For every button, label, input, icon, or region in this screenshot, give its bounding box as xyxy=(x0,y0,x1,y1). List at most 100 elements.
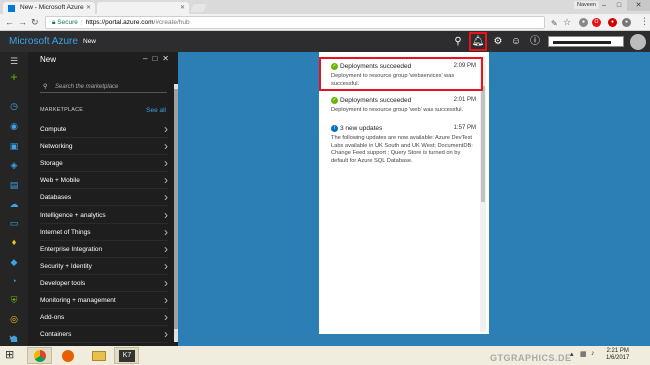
forward-icon[interactable]: → xyxy=(18,17,27,28)
marketplace-search-input[interactable]: ⚲ Search the marketplace xyxy=(40,82,167,93)
cloud-icon[interactable]: ☁ xyxy=(9,199,19,209)
category-item[interactable]: Internet of Things › xyxy=(40,224,168,241)
cost-icon[interactable]: ◎ xyxy=(9,314,19,324)
close-icon[interactable]: ✕ xyxy=(162,54,174,63)
category-item[interactable]: Add-ons › xyxy=(40,309,168,327)
volume-icon[interactable]: ♪ xyxy=(591,350,595,357)
profile-name[interactable]: Naveen xyxy=(574,1,599,9)
network-icon[interactable]: ◆ xyxy=(9,257,19,267)
recent-icon[interactable]: ◷ xyxy=(9,101,19,111)
blade-window-controls[interactable]: –□✕ xyxy=(143,54,174,63)
taskbar-firefox[interactable] xyxy=(55,347,80,364)
clock-time: 2:21 PM xyxy=(606,348,629,354)
sql-icon[interactable]: ▤ xyxy=(9,180,19,190)
resource-groups-icon[interactable]: ▣ xyxy=(9,141,19,151)
adblock-icon[interactable]: ● xyxy=(608,18,617,27)
maximize-icon[interactable]: □ xyxy=(152,54,162,63)
search-placeholder: Search the marketplace xyxy=(55,84,119,90)
chevron-right-icon: › xyxy=(164,258,168,273)
minimize-icon[interactable]: – xyxy=(597,0,611,11)
new-plus-icon[interactable]: + xyxy=(9,71,19,83)
address-bar[interactable]: 🔒︎ Secure | https://portal.azure.com/#crea… xyxy=(45,16,545,29)
url-separator: | xyxy=(80,19,83,26)
new-blade: New –□✕ ⚲ Search the marketplace MARKETP… xyxy=(28,52,178,346)
chevron-right-icon: › xyxy=(164,207,168,222)
search-icon[interactable]: ⚲ xyxy=(449,31,467,52)
all-resources-icon[interactable]: ◉ xyxy=(9,121,19,131)
category-item[interactable]: Containers › xyxy=(40,326,168,344)
window-close-icon[interactable]: ✕ xyxy=(627,0,650,11)
opera-icon[interactable]: O xyxy=(592,18,601,27)
avatar[interactable] xyxy=(630,34,646,50)
network-tray-icon[interactable]: ▦ xyxy=(580,350,587,358)
new-tab-button[interactable] xyxy=(190,4,207,12)
browser-tab-active[interactable]: New - Microsoft Azure ✕ xyxy=(3,2,95,14)
taskbar-clock[interactable]: 2:21 PM 1/6/2017 xyxy=(606,348,629,362)
notification-bell-icon[interactable]: 🔔︎ xyxy=(469,32,487,51)
settings-gear-icon[interactable]: ⚙ xyxy=(489,31,507,52)
category-label: Compute xyxy=(40,126,67,133)
notification-item[interactable]: i 3 new updates 1:57 PM The following up… xyxy=(319,125,480,170)
category-item[interactable]: Compute › xyxy=(40,121,168,138)
chevron-right-icon: › xyxy=(164,275,168,290)
category-item[interactable]: Intelligence + analytics › xyxy=(40,207,168,224)
left-rail: ☰ + ◷ ◉ ▣ ◈ ▤ ☁ ▭ ♦ ◆ ◔ ⛨ ◎ ☗ xyxy=(0,52,28,346)
help-icon[interactable]: ⓘ xyxy=(526,31,544,52)
see-all-link[interactable]: See all xyxy=(146,107,166,114)
breadcrumb[interactable]: New xyxy=(83,31,96,52)
browser-tab[interactable]: ✕ xyxy=(97,2,189,14)
category-label: Security + Identity xyxy=(40,262,92,270)
menu-kebab-icon[interactable]: ⋮ xyxy=(640,16,649,27)
app-services-icon[interactable]: ◈ xyxy=(9,160,19,170)
category-label: Web + Mobile xyxy=(40,177,80,185)
screen: New - Microsoft Azure ✕ ✕ Naveen – □ ✕ ←… xyxy=(0,0,650,365)
category-label: Storage xyxy=(40,160,63,168)
taskbar-chrome[interactable] xyxy=(27,347,52,364)
back-icon[interactable]: ← xyxy=(5,17,14,28)
star-icon[interactable]: ☆ xyxy=(563,17,571,28)
extension-icon[interactable]: ● xyxy=(622,18,631,27)
chevron-right-icon: › xyxy=(164,156,168,171)
info-icon: i xyxy=(331,125,338,132)
tab-close-icon[interactable]: ✕ xyxy=(86,2,91,14)
notification-item[interactable]: ✓ Deployments succeeded 2:01 PM Deployme… xyxy=(319,97,480,121)
maximize-icon[interactable]: □ xyxy=(612,0,626,11)
security-shield-icon[interactable]: ⛨ xyxy=(9,295,19,305)
category-item[interactable]: Web + Mobile › xyxy=(40,172,168,190)
notifications-scrollbar[interactable] xyxy=(480,56,486,332)
tab-close-icon[interactable]: ✕ xyxy=(180,2,185,14)
category-item[interactable]: Developer tools › xyxy=(40,275,168,292)
category-item[interactable]: Networking › xyxy=(40,138,168,156)
windows-start-icon[interactable]: ⊞ xyxy=(5,349,14,361)
canvas-bottom-strip xyxy=(319,334,489,346)
tray-arrow-icon[interactable]: ▴ xyxy=(570,350,574,358)
success-check-icon: ✓ xyxy=(331,97,338,104)
reload-icon[interactable]: ↻ xyxy=(31,17,39,28)
expand-rail-icon[interactable]: › xyxy=(9,332,12,342)
monitor-icon[interactable]: ◔ xyxy=(9,276,19,286)
section-heading: MARKETPLACE xyxy=(40,107,84,113)
category-item[interactable]: Security + Identity › xyxy=(40,258,168,275)
category-item[interactable]: Storage › xyxy=(40,155,168,173)
browser-toolbar: ← → ↻ 🔒︎ Secure | https://portal.azure.com… xyxy=(0,14,650,31)
account-name-box[interactable] xyxy=(548,36,624,47)
category-item[interactable]: Databases › xyxy=(40,189,168,207)
extension-icon[interactable]: ● xyxy=(579,18,588,27)
chevron-right-icon: › xyxy=(164,173,168,188)
watermark: GTGRAPHICS.DE xyxy=(490,353,572,363)
category-item[interactable]: Monitoring + management › xyxy=(40,292,168,309)
virtual-machine-icon[interactable]: ▭ xyxy=(9,218,19,228)
taskbar-explorer[interactable] xyxy=(86,347,111,364)
category-item[interactable]: Enterprise Integration › xyxy=(40,241,168,258)
tab-title: New - Microsoft Azure xyxy=(20,4,84,11)
chevron-right-icon: › xyxy=(164,190,168,205)
advisor-icon[interactable]: ♦ xyxy=(9,237,19,247)
highlight-box xyxy=(319,57,483,91)
taskbar-app[interactable]: K7 xyxy=(114,347,139,364)
feedback-smile-icon[interactable]: ☺ xyxy=(507,31,525,52)
hamburger-menu-icon[interactable]: ☰ xyxy=(9,56,19,66)
pin-icon[interactable]: ✎ xyxy=(551,18,558,29)
secure-label: Secure xyxy=(57,19,78,26)
category-label: Monitoring + management xyxy=(40,297,116,304)
brand-title[interactable]: Microsoft Azure xyxy=(9,31,78,52)
